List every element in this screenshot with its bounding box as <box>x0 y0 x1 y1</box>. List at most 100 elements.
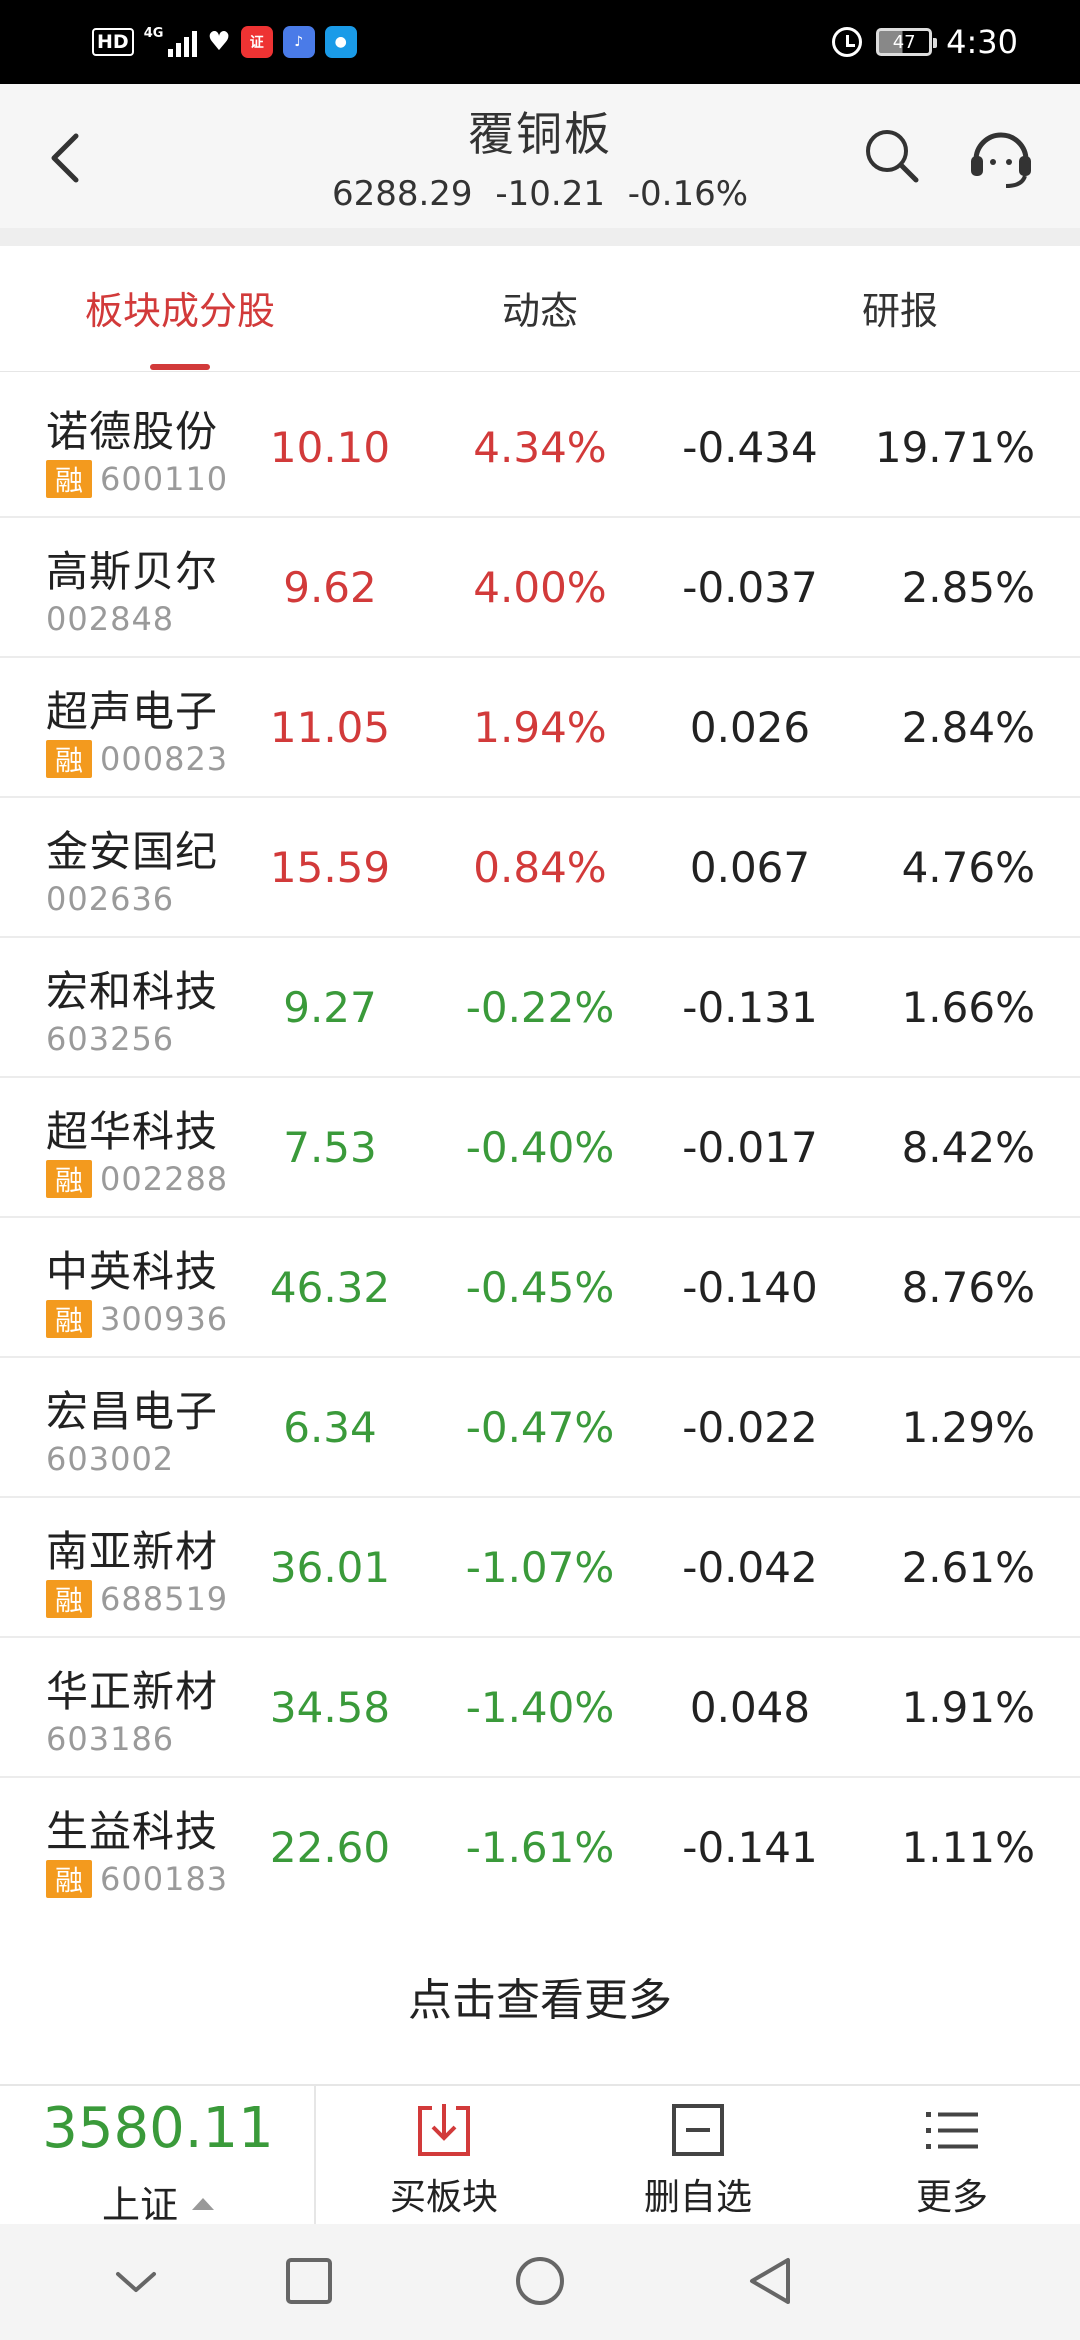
download-box-icon <box>418 2104 470 2156</box>
stock-row[interactable]: 生益科技 融 600183 22.60 -1.61% -0.141 1.11% <box>0 1778 1080 1918</box>
stock-code-line: 融 002288 <box>46 1160 228 1198</box>
stock-code-line: 融 600110 <box>46 460 228 498</box>
index-value: 3580.11 <box>42 2096 274 2161</box>
stock-ratio: 1.11% <box>901 1823 1035 1872</box>
stock-row[interactable]: 诺德股份 融 600110 10.10 4.34% -0.434 19.71% <box>0 378 1080 518</box>
stock-price: 34.58 <box>269 1683 391 1732</box>
stock-code: 002848 <box>46 600 175 638</box>
stock-code: 002288 <box>100 1160 229 1198</box>
alarm-icon <box>832 27 863 57</box>
stock-price: 11.05 <box>269 703 391 752</box>
stock-change: -0.47% <box>465 1403 615 1452</box>
stock-row[interactable]: 超华科技 融 002288 7.53 -0.40% -0.017 8.42% <box>0 1078 1080 1218</box>
tab-reports[interactable]: 研报 <box>720 246 1080 372</box>
circle-icon <box>516 2257 564 2305</box>
stock-price: 6.34 <box>283 1403 377 1452</box>
buy-sector-button[interactable]: 买板块 <box>334 2086 554 2226</box>
stock-name: 金安国纪 <box>46 827 219 876</box>
stock-list: 诺德股份 融 600110 10.10 4.34% -0.434 19.71% … <box>0 378 1080 1918</box>
stock-code: 300936 <box>100 1300 229 1338</box>
stock-price: 7.53 <box>283 1123 377 1172</box>
stock-ratio: 4.76% <box>901 843 1035 892</box>
stock-row[interactable]: 高斯贝尔 002848 9.62 4.00% -0.037 2.85% <box>0 518 1080 658</box>
stock-change: -1.07% <box>465 1543 615 1592</box>
stock-change: 4.34% <box>473 423 607 472</box>
sector-change: -10.21 <box>495 174 605 214</box>
margin-badge: 融 <box>46 460 92 498</box>
stock-code-line: 融 000823 <box>46 740 228 778</box>
stock-row[interactable]: 宏昌电子 603002 6.34 -0.47% -0.022 1.29% <box>0 1358 1080 1498</box>
header-divider <box>0 228 1080 246</box>
nav-recents-button[interactable] <box>278 2254 338 2310</box>
stock-code-line: 融 600183 <box>46 1860 228 1898</box>
stock-name: 南亚新材 <box>46 1527 219 1576</box>
index-name: 上证 <box>101 2183 178 2227</box>
active-tab-indicator <box>150 364 210 370</box>
nav-home-button[interactable] <box>510 2254 570 2310</box>
stock-row[interactable]: 宏和科技 603256 9.27 -0.22% -0.131 1.66% <box>0 938 1080 1078</box>
status-time: 4:30 <box>946 23 1018 61</box>
search-button[interactable] <box>860 124 922 186</box>
stock-change: -1.40% <box>465 1683 615 1732</box>
signal-icon: 4G <box>144 27 198 57</box>
stock-name: 中英科技 <box>46 1247 219 1296</box>
stock-code: 603256 <box>46 1020 175 1058</box>
index-ticker[interactable]: 3580.11 上证 <box>0 2086 316 2227</box>
remove-watchlist-button[interactable]: 删自选 <box>588 2086 808 2226</box>
page-header: 覆铜板 6288.29 -10.21 -0.16% <box>0 84 1080 228</box>
list-icon <box>926 2112 978 2149</box>
stock-row[interactable]: 中英科技 融 300936 46.32 -0.45% -0.140 8.76% <box>0 1218 1080 1358</box>
sector-price: 6288.29 <box>331 174 473 214</box>
stock-row[interactable]: 华正新材 603186 34.58 -1.40% 0.048 1.91% <box>0 1638 1080 1778</box>
stock-name: 超华科技 <box>46 1107 219 1156</box>
stock-name: 诺德股份 <box>46 407 219 456</box>
stock-code: 000823 <box>100 740 229 778</box>
stock-ratio: 2.85% <box>901 563 1035 612</box>
battery-icon: 47 <box>876 28 938 56</box>
battery-level: 47 <box>892 31 916 53</box>
stock-code: 600110 <box>100 460 229 498</box>
stock-code: 600183 <box>100 1860 229 1898</box>
stock-name: 宏和科技 <box>46 967 219 1016</box>
stock-ratio: 1.91% <box>901 1683 1035 1732</box>
square-icon <box>286 2258 332 2304</box>
view-more-button[interactable]: 点击查看更多 <box>0 1916 1080 2086</box>
stock-change: -0.40% <box>465 1123 615 1172</box>
stock-code-line: 603002 <box>46 1440 174 1478</box>
stock-change: 4.00% <box>473 563 607 612</box>
stock-change: 1.94% <box>473 703 607 752</box>
health-app-icon: ♥ <box>207 27 231 57</box>
nav-back-button[interactable] <box>740 2254 800 2310</box>
stock-row[interactable]: 超声电子 融 000823 11.05 1.94% 0.026 2.84% <box>0 658 1080 798</box>
stock-code-line: 002636 <box>46 880 174 918</box>
stock-code-line: 603256 <box>46 1020 174 1058</box>
stock-change: -0.45% <box>465 1263 615 1312</box>
caret-up-icon <box>192 2197 214 2210</box>
stock-ratio: 19.71% <box>874 423 1035 472</box>
network-type: 4G <box>143 26 164 41</box>
status-left-icons: HD 4G ♥ 证 ♪ ● <box>92 22 357 62</box>
stock-name: 华正新材 <box>46 1667 219 1716</box>
stock-code: 603186 <box>46 1720 175 1758</box>
stock-name: 宏昌电子 <box>46 1387 219 1436</box>
stock-code-line: 603186 <box>46 1720 174 1758</box>
stock-ratio: 2.84% <box>901 703 1035 752</box>
more-menu-button[interactable]: 更多 <box>842 2086 1062 2226</box>
stock-ratio: 8.76% <box>901 1263 1035 1312</box>
chevron-down-icon <box>116 2272 156 2292</box>
tab-constituents[interactable]: 板块成分股 <box>0 246 360 372</box>
stock-code: 002636 <box>46 880 175 918</box>
nav-collapse-button[interactable] <box>106 2254 166 2310</box>
bottom-toolbar: 3580.11 上证 买板块 删自选 更多 <box>0 2084 1080 2227</box>
stock-code-line: 融 688519 <box>46 1580 228 1618</box>
securities-app-icon: 证 <box>240 26 273 58</box>
customer-service-button[interactable] <box>966 122 1036 192</box>
stock-row[interactable]: 南亚新材 融 688519 36.01 -1.07% -0.042 2.61% <box>0 1498 1080 1638</box>
stock-code: 603002 <box>46 1440 175 1478</box>
stock-price: 9.27 <box>283 983 377 1032</box>
stock-row[interactable]: 金安国纪 002636 15.59 0.84% 0.067 4.76% <box>0 798 1080 938</box>
system-nav-bar <box>0 2224 1080 2340</box>
stock-name: 高斯贝尔 <box>46 547 219 596</box>
stock-ratio: 1.29% <box>901 1403 1035 1452</box>
tab-news[interactable]: 动态 <box>360 246 720 372</box>
